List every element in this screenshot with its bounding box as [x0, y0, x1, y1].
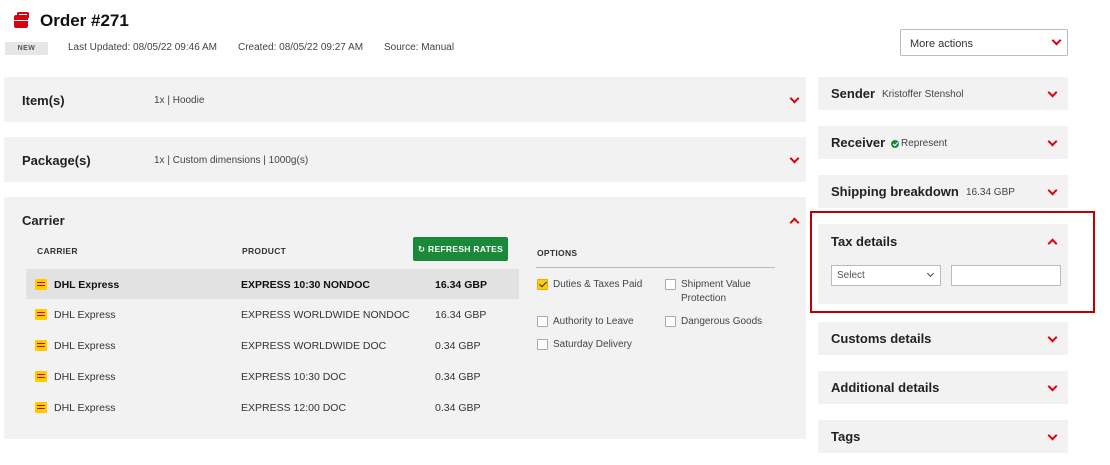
- dhl-logo-icon: [35, 371, 47, 382]
- rate-product: EXPRESS WORLDWIDE NONDOC: [241, 309, 410, 321]
- packages-panel[interactable]: Package(s) 1x | Custom dimensions | 1000…: [4, 137, 806, 182]
- chevron-down-icon[interactable]: [1047, 430, 1058, 441]
- chevron-down-icon[interactable]: [1047, 87, 1058, 98]
- chevron-down-icon[interactable]: [1047, 381, 1058, 392]
- verified-check-icon: [891, 140, 899, 148]
- sender-name: Kristoffer Stenshol: [882, 89, 964, 100]
- rate-product: EXPRESS 10:30 NONDOC: [241, 279, 370, 291]
- dangerous-goods-label: Dangerous Goods: [681, 316, 763, 327]
- receiver-name: Represent: [901, 138, 948, 149]
- chevron-down-icon[interactable]: [1047, 136, 1058, 147]
- chevron-down-icon[interactable]: [789, 153, 800, 164]
- rate-carrier: DHL Express: [54, 279, 120, 291]
- items-panel[interactable]: Item(s) 1x | Hoodie: [4, 77, 806, 122]
- rate-carrier: DHL Express: [54, 371, 116, 383]
- shipment-value-protection-label-line2: Protection: [681, 293, 727, 304]
- rate-row[interactable]: DHL Express EXPRESS 12:00 DOC 0.34 GBP: [26, 392, 519, 422]
- rate-row[interactable]: DHL Express EXPRESS WORLDWIDE NONDOC 16.…: [26, 299, 519, 329]
- column-header-carrier: CARRIER: [37, 246, 78, 256]
- refresh-rates-button[interactable]: ↻ REFRESH RATES: [413, 237, 508, 261]
- tags-panel[interactable]: Tags: [818, 420, 1068, 453]
- created-date: Created: 08/05/22 09:27 AM: [238, 42, 364, 53]
- rate-price: 0.34 GBP: [435, 340, 481, 352]
- rate-row[interactable]: DHL Express EXPRESS 10:30 NONDOC 16.34 G…: [26, 269, 519, 299]
- tags-title: Tags: [831, 429, 861, 444]
- more-actions-dropdown[interactable]: More actions: [900, 29, 1068, 56]
- chevron-down-icon: [1051, 35, 1062, 46]
- shipment-value-protection-checkbox[interactable]: [665, 279, 676, 290]
- tax-details-highlight: [810, 211, 1095, 313]
- rate-row[interactable]: DHL Express EXPRESS WORLDWIDE DOC 0.34 G…: [26, 330, 519, 360]
- status-badge: NEW: [5, 42, 48, 55]
- saturday-delivery-checkbox[interactable]: [537, 339, 548, 350]
- receiver-title: Receiver: [831, 135, 886, 150]
- sender-title: Sender: [831, 86, 876, 101]
- rate-product: EXPRESS 12:00 DOC: [241, 402, 347, 414]
- options-divider: [536, 267, 775, 268]
- saturday-delivery-label: Saturday Delivery: [553, 339, 632, 350]
- packages-panel-title: Package(s): [22, 153, 91, 168]
- refresh-icon: ↻: [417, 244, 426, 254]
- items-summary: 1x | Hoodie: [154, 95, 205, 106]
- dangerous-goods-checkbox[interactable]: [665, 316, 676, 327]
- shipping-breakdown-amount: 16.34 GBP: [966, 187, 1015, 198]
- dhl-logo-icon: [35, 340, 47, 351]
- additional-details-panel[interactable]: Additional details: [818, 371, 1068, 404]
- shipment-value-protection-label: Shipment Value: [681, 279, 751, 290]
- rate-price: 16.34 GBP: [435, 279, 487, 291]
- rate-product: EXPRESS 10:30 DOC: [241, 371, 347, 383]
- rate-price: 0.34 GBP: [435, 402, 481, 414]
- rate-price: 16.34 GBP: [435, 309, 487, 321]
- rate-carrier: DHL Express: [54, 309, 116, 321]
- receiver-panel[interactable]: Receiver Represent: [818, 126, 1068, 159]
- more-actions-label: More actions: [910, 38, 973, 50]
- shipping-breakdown-title: Shipping breakdown: [831, 184, 959, 199]
- options-heading: OPTIONS: [537, 248, 578, 258]
- last-updated: Last Updated: 08/05/22 09:46 AM: [68, 42, 217, 53]
- rate-row[interactable]: DHL Express EXPRESS 10:30 DOC 0.34 GBP: [26, 361, 519, 391]
- rate-product: EXPRESS WORLDWIDE DOC: [241, 340, 387, 352]
- duties-taxes-paid-label: Duties & Taxes Paid: [553, 279, 643, 290]
- column-header-product: PRODUCT: [242, 246, 287, 256]
- rate-price: 0.34 GBP: [435, 371, 481, 383]
- items-panel-title: Item(s): [22, 93, 65, 108]
- dhl-logo-icon: [35, 402, 47, 413]
- rate-carrier: DHL Express: [54, 340, 116, 352]
- duties-taxes-paid-checkbox[interactable]: [537, 279, 548, 290]
- customs-details-panel[interactable]: Customs details: [818, 322, 1068, 355]
- additional-details-title: Additional details: [831, 380, 940, 395]
- chevron-down-icon[interactable]: [1047, 332, 1058, 343]
- dhl-logo-icon: [35, 309, 47, 320]
- order-source: Source: Manual: [384, 42, 455, 53]
- chevron-down-icon[interactable]: [789, 93, 800, 104]
- refresh-rates-label: REFRESH RATES: [428, 244, 504, 254]
- carrier-panel-title: Carrier: [22, 213, 65, 228]
- rate-carrier: DHL Express: [54, 402, 116, 414]
- packages-summary: 1x | Custom dimensions | 1000g(s): [154, 155, 309, 166]
- chevron-up-icon[interactable]: [789, 217, 800, 228]
- customs-details-title: Customs details: [831, 331, 932, 346]
- page-title: Order #271: [40, 11, 129, 30]
- dhl-logo-icon: [35, 279, 47, 290]
- package-icon: [14, 12, 29, 28]
- shipping-breakdown-panel[interactable]: Shipping breakdown 16.34 GBP: [818, 175, 1068, 208]
- authority-to-leave-checkbox[interactable]: [537, 316, 548, 327]
- authority-to-leave-label: Authority to Leave: [553, 316, 634, 327]
- chevron-down-icon[interactable]: [1047, 185, 1058, 196]
- sender-panel[interactable]: Sender Kristoffer Stenshol: [818, 77, 1068, 110]
